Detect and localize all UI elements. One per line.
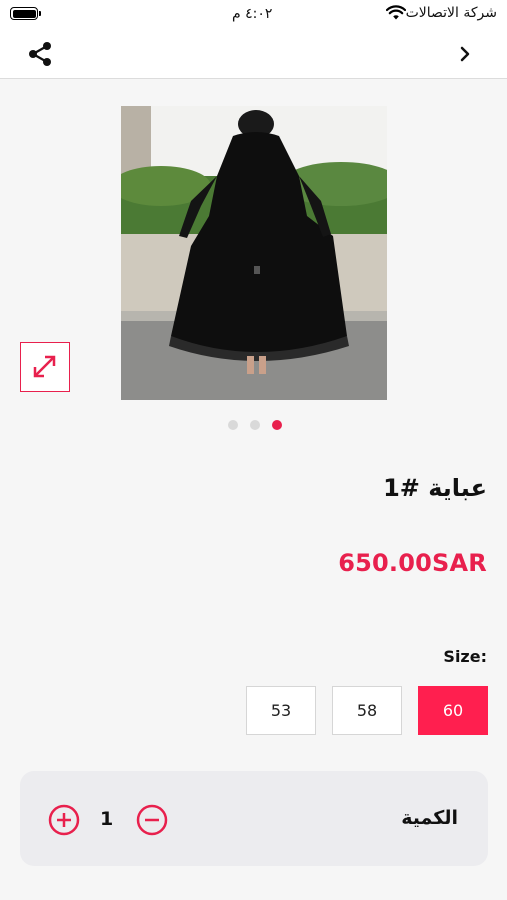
product-title: عباية #1 [383, 474, 487, 502]
quantity-card: 1 الكمية [20, 771, 488, 866]
size-option-53[interactable]: 53 [246, 686, 316, 735]
battery-icon [10, 7, 41, 20]
size-option-58[interactable]: 58 [332, 686, 402, 735]
status-bar: ٤:٠٢ م شركة الاتصالات [0, 0, 507, 30]
share-icon[interactable] [26, 40, 54, 68]
pagination-dot[interactable] [228, 420, 238, 430]
expand-icon [33, 355, 56, 378]
carrier-name: شركة الاتصالات [405, 5, 497, 21]
pagination-dot-active[interactable] [272, 420, 282, 430]
product-image[interactable] [121, 106, 387, 400]
quantity-label: الكمية [401, 807, 458, 829]
status-time: ٤:٠٢ م [232, 6, 273, 22]
chevron-right-icon[interactable] [457, 42, 473, 66]
size-label: Size: [443, 647, 487, 666]
pagination-dot[interactable] [250, 420, 260, 430]
plus-circle-icon[interactable] [48, 804, 80, 836]
expand-image-button[interactable] [20, 342, 70, 392]
size-option-60[interactable]: 60 [418, 686, 488, 735]
nav-bar [0, 30, 507, 79]
quantity-value: 1 [100, 808, 114, 830]
minus-circle-icon[interactable] [136, 804, 168, 836]
image-pagination [226, 419, 286, 431]
wifi-icon [386, 5, 406, 20]
product-price: 650.00SAR [338, 549, 487, 577]
product-photo [121, 106, 387, 400]
